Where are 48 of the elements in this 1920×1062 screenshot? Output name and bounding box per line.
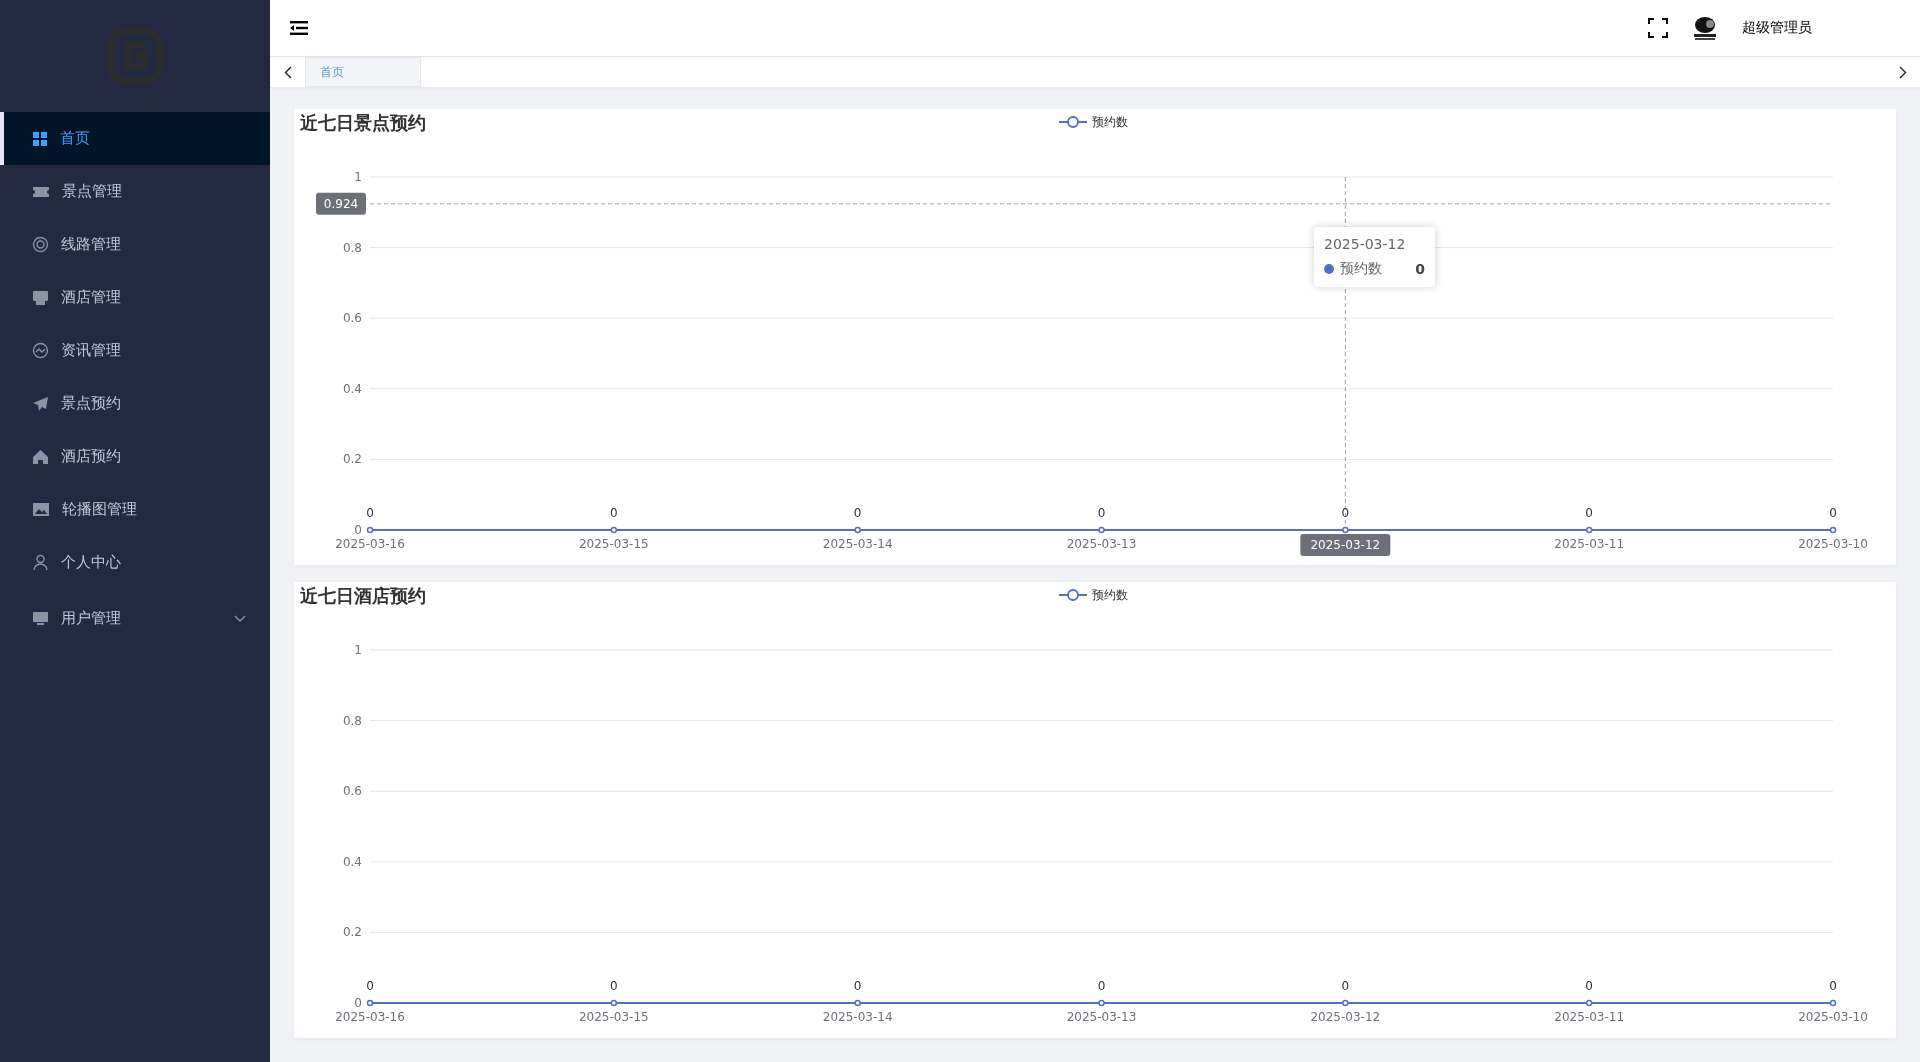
ref-line-label: 0.924 — [323, 196, 359, 211]
axis-label: 2025-03-13 — [1066, 537, 1137, 551]
axis-label: 2025-03-12 — [1310, 1010, 1381, 1024]
axis-label: 0.6 — [342, 784, 362, 799]
x-tick-label: 2025-03-12 — [1310, 538, 1381, 552]
axis-label: 2025-03-16 — [335, 1010, 405, 1024]
data-label: 0 — [1829, 979, 1837, 993]
axis-label: 2025-03-10 — [1798, 1010, 1868, 1024]
data-label: 0 — [1585, 979, 1593, 993]
axis-label: 2025-03-11 — [1554, 537, 1625, 551]
axis-label: 2025-03-14 — [822, 1010, 893, 1024]
axis-label: 2025-03-10 — [1798, 537, 1868, 551]
data-label: 0 — [1829, 506, 1837, 520]
axis-pointer-label: 2025-03-12 — [1300, 534, 1391, 556]
axis-label: 2025-03-16 — [335, 537, 405, 551]
axis-label: 1 — [354, 643, 362, 657]
axis-label: 2025-03-11 — [1554, 1010, 1625, 1024]
data-label: 0 — [853, 979, 862, 993]
chart-title: 近七日景点预约 — [300, 111, 426, 135]
axis-label: 0.4 — [342, 381, 362, 396]
axis-label: 0.2 — [342, 452, 362, 467]
chart-title: 近七日酒店预约 — [300, 584, 426, 608]
data-label: 0 — [366, 979, 374, 993]
data-label: 0 — [610, 979, 618, 993]
axis-label: 0.2 — [342, 925, 362, 940]
data-label: 0 — [1341, 979, 1350, 993]
data-label: 0 — [1585, 506, 1593, 520]
data-label: 0 — [1341, 506, 1350, 520]
axis-label: 0.6 — [342, 311, 362, 326]
series-value: 0 — [1415, 261, 1425, 277]
axis-label: 2025-03-13 — [1066, 1010, 1137, 1024]
data-label: 0 — [853, 506, 862, 520]
tooltip-title: 2025-03-12 — [1324, 236, 1407, 252]
series-name: 预约数 — [1340, 260, 1382, 278]
data-label: 0 — [1097, 979, 1106, 993]
axis-label: 0 — [354, 996, 362, 1010]
data-label: 0 — [1097, 506, 1106, 520]
axis-label: 0 — [354, 523, 362, 537]
axis-label: 0.4 — [342, 854, 362, 869]
axis-label: 0.8 — [342, 240, 362, 255]
axis-label: 2025-03-15 — [578, 1010, 649, 1024]
axis-label: 0.8 — [342, 713, 362, 728]
data-label: 0 — [610, 506, 618, 520]
axis-pointer-label: 0.924 — [316, 192, 366, 215]
axis-label: 2025-03-15 — [578, 537, 649, 551]
data-label: 0 — [366, 506, 374, 520]
axis-label: 2025-03-14 — [822, 537, 893, 551]
axis-label: 1 — [354, 170, 362, 184]
